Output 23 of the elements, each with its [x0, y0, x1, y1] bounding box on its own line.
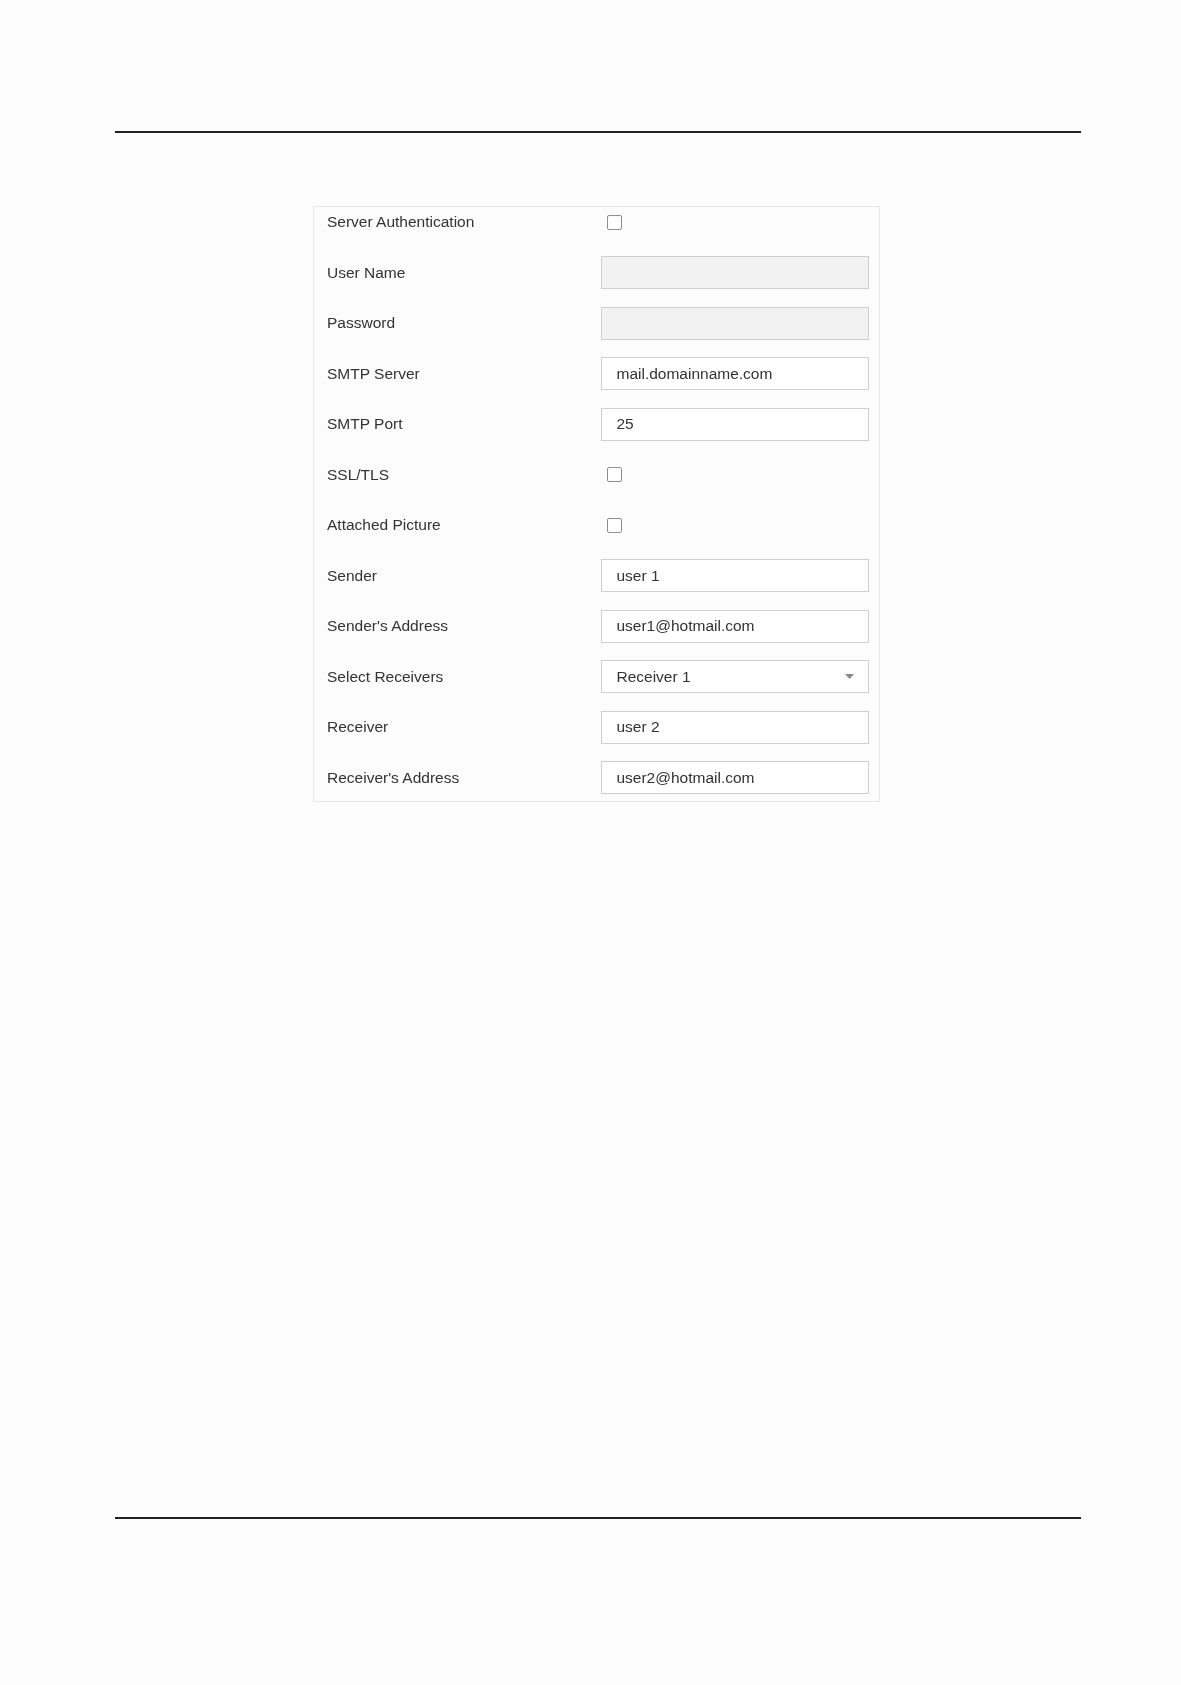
input-field[interactable]: user 2: [601, 710, 869, 744]
field-label: Receiver: [327, 718, 390, 736]
field-label: Server Authentication: [327, 213, 476, 231]
input-field[interactable]: user2@hotmail.com: [601, 761, 869, 794]
field-label: Sender: [327, 566, 378, 585]
checkbox[interactable]: [607, 214, 622, 230]
field-label: Password: [327, 314, 397, 332]
caret-icon: [845, 674, 854, 679]
field-label: SMTP Port: [327, 415, 404, 433]
field-label: Sender's Address: [327, 617, 449, 635]
input-field[interactable]: user1@hotmail.com: [601, 609, 869, 643]
field-label: Select Receivers: [327, 667, 445, 686]
field-label: User Name: [327, 263, 407, 282]
checkbox[interactable]: [607, 467, 622, 482]
checkbox[interactable]: [607, 517, 622, 533]
field-label: SMTP Server: [327, 364, 421, 383]
field-label: SSL/TLS: [327, 465, 391, 484]
dropdown[interactable]: Receiver 1: [601, 660, 869, 693]
input-field[interactable]: user 1: [601, 559, 869, 592]
field-label: Attached Picture: [327, 516, 442, 534]
input-field[interactable]: mail.domainname.com: [601, 357, 869, 390]
input-field[interactable]: 25: [601, 407, 869, 441]
field-label: Receiver's Address: [327, 768, 461, 787]
